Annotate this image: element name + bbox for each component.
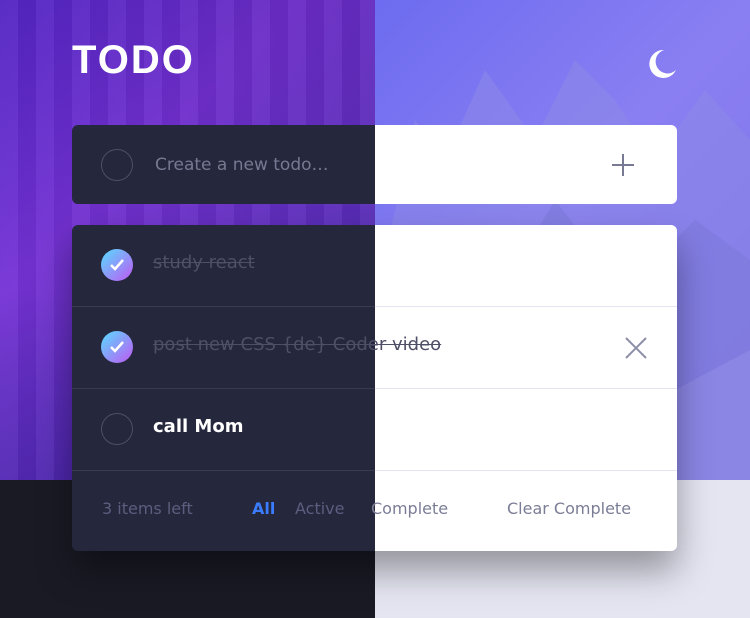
theme-toggle-button[interactable] [640,44,680,84]
check-icon [110,259,124,271]
todo-text[interactable]: study react [153,252,255,273]
todo-footer: 3 items left All Active Complete Clear C… [72,471,677,551]
app-title: TODO [72,38,195,82]
delete-todo-button[interactable] [622,334,650,362]
todo-item: study react [72,225,677,307]
clear-complete-button[interactable]: Clear Complete [507,499,631,518]
filter-complete[interactable]: Complete [371,499,448,518]
items-left-count: 3 items left [102,499,193,518]
create-todo-circle[interactable] [101,149,133,181]
todo-checkbox[interactable] [101,331,133,363]
todo-item: call Mom [72,389,677,471]
todo-text[interactable]: call Mom [153,416,243,437]
add-todo-button[interactable] [607,149,639,181]
todo-text[interactable]: post new CSS {de} Coder video [153,334,441,355]
todo-list-card: study react post new CSS {de} Coder vide… [72,225,677,551]
check-icon [110,341,124,353]
plus-icon [612,154,634,176]
todo-checkbox[interactable] [101,413,133,445]
close-icon [625,337,647,359]
moon-icon [649,49,676,78]
filter-all[interactable]: All [252,499,275,518]
todo-item: post new CSS {de} Coder video [72,307,677,389]
todo-checkbox[interactable] [101,249,133,281]
filter-active[interactable]: Active [295,499,345,518]
create-todo-input[interactable] [155,147,575,183]
create-todo-card [72,125,677,204]
